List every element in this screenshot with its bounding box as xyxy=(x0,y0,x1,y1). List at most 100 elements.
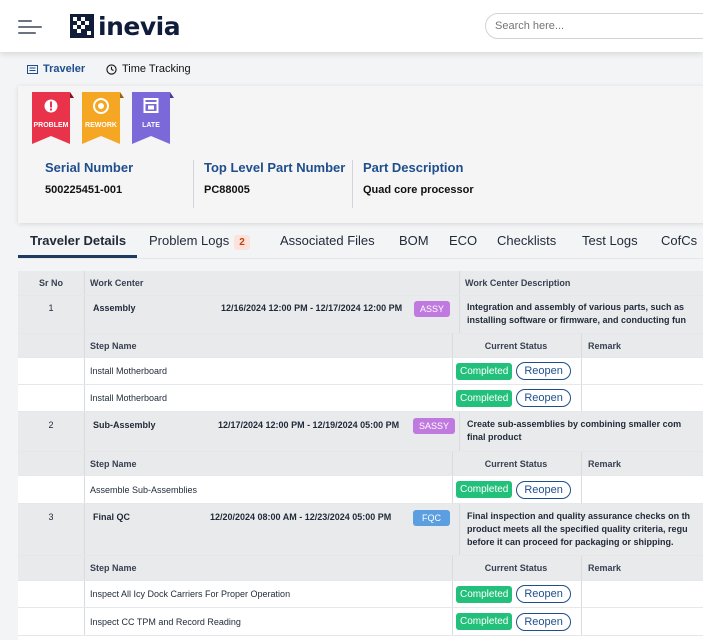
current-status-header: Current Status xyxy=(484,340,548,351)
part-description-field: Part Description Quad core processor xyxy=(363,160,474,196)
work-center-description: Create sub-assemblies by combining small… xyxy=(467,412,681,451)
traveler-nav-label: Traveler xyxy=(43,63,86,75)
tab-problem-logs-label: Problem Logs xyxy=(149,233,230,248)
step-name-header: Step Name xyxy=(90,458,137,469)
problem-flag-label: PROBLEM xyxy=(33,122,69,129)
step-status: Completed Reopen xyxy=(456,581,571,607)
serial-number-field: Serial Number 500225451-001 xyxy=(45,160,133,196)
sr-no: 1 xyxy=(48,303,54,313)
step-name-header: Step Name xyxy=(90,340,137,351)
completed-status-button[interactable]: Completed xyxy=(456,585,513,603)
wc-desc-line: Create sub-assemblies by combining small… xyxy=(467,419,682,429)
top-bar: inevia xyxy=(0,0,703,52)
detail-tabs: Traveler Details Problem Logs 2 Associate… xyxy=(18,230,703,259)
table-row: Inspect CC TPM and Record Reading Comple… xyxy=(18,608,703,636)
wc-desc-line: Integration and assembly of various part… xyxy=(467,302,685,312)
work-center-name: Final QC xyxy=(93,512,131,522)
work-center-code-badge: FQC xyxy=(413,504,450,555)
step-header-row: Step Name Current Status Remark xyxy=(18,452,703,476)
work-center-code: ASSY xyxy=(414,301,451,317)
step-status: Completed Reopen xyxy=(456,608,571,635)
completed-status-button[interactable]: Completed xyxy=(456,481,513,498)
tab-bom[interactable]: BOM xyxy=(399,233,429,248)
current-status-header: Current Status xyxy=(484,563,548,573)
top-level-part-value: PC88005 xyxy=(204,184,250,196)
tab-traveler-details[interactable]: Traveler Details xyxy=(30,233,126,248)
clock-icon xyxy=(106,63,117,75)
traveler-nav-item[interactable]: Traveler xyxy=(27,63,85,75)
field-divider xyxy=(193,160,194,208)
top-level-part-title: Top Level Part Number xyxy=(204,160,346,175)
remark-header: Remark xyxy=(588,340,622,351)
completed-status-button[interactable]: Completed xyxy=(456,362,513,380)
rework-flag-label: REWORK xyxy=(85,122,117,129)
table-row: Inspect All Icy Dock Carriers For Proper… xyxy=(18,581,703,608)
wc-desc-line: product meets all the specified quality … xyxy=(467,524,688,534)
work-center-code: FQC xyxy=(413,510,450,526)
step-status: Completed Reopen xyxy=(456,385,571,411)
sr-no: 3 xyxy=(48,512,54,522)
step-name: Inspect All Icy Dock Carriers For Proper… xyxy=(90,589,291,599)
table-row: Install Motherboard Completed Reopen xyxy=(18,385,703,412)
reopen-button[interactable]: Reopen xyxy=(516,362,571,380)
work-center-description: Final inspection and quality assurance c… xyxy=(467,504,690,555)
reopen-button[interactable]: Reopen xyxy=(516,585,571,603)
wc-desc-line: before it can proceed for packaging or s… xyxy=(467,537,674,547)
traveler-details-table: Sr No Work Center Work Center Descriptio… xyxy=(18,271,703,640)
tab-test-logs[interactable]: Test Logs xyxy=(582,233,638,248)
current-status-header: Current Status xyxy=(484,458,548,469)
problem-logs-count-badge: 2 xyxy=(234,235,250,250)
table-header-row: Sr No Work Center Work Center Descriptio… xyxy=(18,271,703,296)
tab-eco[interactable]: ECO xyxy=(449,233,477,248)
traveler-info-card: PROBLEM REWORK LATE Serial Number 500225… xyxy=(18,86,703,223)
table-row: Assemble Sub-Assemblies Completed Reopen xyxy=(18,476,703,504)
work-center-dates: 12/20/2024 08:00 AM - 12/23/2024 05:00 P… xyxy=(210,512,392,522)
wc-desc-line: final product xyxy=(467,432,522,442)
reopen-button[interactable]: Reopen xyxy=(516,612,571,631)
serial-number-title: Serial Number xyxy=(45,160,134,175)
top-level-part-field: Top Level Part Number PC88005 xyxy=(204,160,345,196)
remark-header: Remark xyxy=(588,563,622,573)
field-divider xyxy=(352,160,353,208)
step-status: Completed Reopen xyxy=(456,476,571,503)
part-description-title: Part Description xyxy=(363,160,464,175)
step-header-row: Step Name Current Status Remark xyxy=(18,334,703,358)
logo-text: inevia xyxy=(98,11,181,41)
hamburger-menu-icon[interactable] xyxy=(18,16,44,36)
reopen-button[interactable]: Reopen xyxy=(516,389,571,407)
step-name-header: Step Name xyxy=(90,563,137,573)
tab-checklists[interactable]: Checklists xyxy=(497,233,556,248)
reopen-button[interactable]: Reopen xyxy=(516,480,571,499)
traveler-icon xyxy=(27,64,38,74)
remark-header: Remark xyxy=(588,458,622,469)
step-name: Inspect CC TPM and Record Reading xyxy=(90,616,241,627)
work-center-dates: 12/16/2024 12:00 PM - 12/17/2024 12:00 P… xyxy=(221,303,403,313)
completed-status-button[interactable]: Completed xyxy=(456,613,513,630)
completed-status-button[interactable]: Completed xyxy=(456,389,513,407)
problem-flag[interactable]: PROBLEM xyxy=(32,92,74,144)
tab-problem-logs[interactable]: Problem Logs 2 xyxy=(149,233,250,250)
late-flag[interactable]: LATE xyxy=(132,92,174,144)
time-tracking-nav-item[interactable]: Time Tracking xyxy=(106,63,191,75)
wc-desc-line: installing software or firmware, and con… xyxy=(467,315,687,325)
search-input[interactable] xyxy=(485,13,703,39)
wc-desc-line: Final inspection and quality assurance c… xyxy=(467,511,691,521)
serial-number-value: 500225451-001 xyxy=(45,184,123,196)
table-row: Install Motherboard Completed Reopen xyxy=(18,358,703,385)
late-flag-label: LATE xyxy=(142,122,160,129)
part-description-value: Quad core processor xyxy=(363,184,474,196)
work-center-name: Sub-Assembly xyxy=(93,420,156,430)
sub-navigation: Traveler Time Tracking xyxy=(0,56,703,84)
work-center-row-assembly: 1 Assembly 12/16/2024 12:00 PM - 12/17/2… xyxy=(18,296,703,334)
step-status: Completed Reopen xyxy=(456,358,571,384)
work-center-row-final-qc: 3 Final QC 12/20/2024 08:00 AM - 12/23/2… xyxy=(18,504,703,556)
rework-flag[interactable]: REWORK xyxy=(82,92,124,144)
work-center-description: Integration and assembly of various part… xyxy=(467,296,686,333)
sr-no: 2 xyxy=(48,420,54,430)
work-center-name: Assembly xyxy=(93,303,136,313)
work-center-code: SASSY xyxy=(413,418,456,434)
step-name: Assemble Sub-Assemblies xyxy=(90,484,198,495)
tab-associated-files[interactable]: Associated Files xyxy=(280,233,375,248)
logo: inevia xyxy=(70,11,181,41)
tab-cofcs[interactable]: CofCs xyxy=(661,233,697,248)
